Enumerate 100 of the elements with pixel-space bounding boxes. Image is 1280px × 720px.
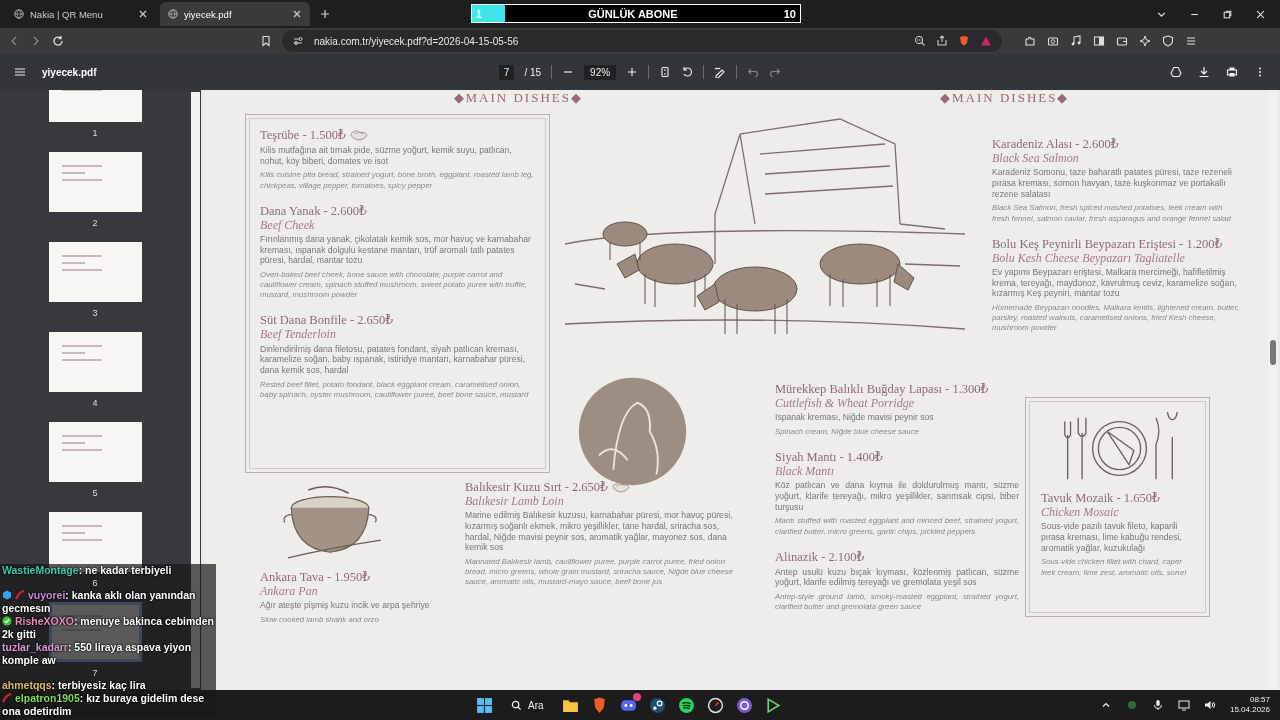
chat-message: RisheXOXO: menuye bakinca cebimden 2k gitti — [2, 615, 215, 641]
steam-icon[interactable] — [648, 696, 666, 714]
address-bar[interactable]: nakia.com.tr/yiyecek.pdf?d=2026-04-15-05-56 — [282, 30, 1002, 52]
page-number: 7 — [92, 668, 98, 678]
new-tab-icon[interactable] — [320, 9, 330, 19]
print-icon[interactable] — [1226, 66, 1238, 78]
wallet-icon[interactable] — [1116, 35, 1128, 47]
page-number: 6 — [92, 578, 98, 588]
dish-description: Ev yapımı Beypazarı eriştesi, Malkara mercimeği, hafifletilmiş krema, tereyağı, maydonoz, kavrulmuş ceviz, karamelize soğan, kızarmış Keş peyniri, mantar tozu — [992, 266, 1238, 300]
speaker-icon[interactable] — [1203, 699, 1216, 711]
dish-subtitle: Ankara Pan — [260, 585, 319, 599]
goal-current: 1 — [476, 7, 483, 20]
scrollbar[interactable] — [1268, 90, 1278, 690]
site-info-icon[interactable] — [292, 35, 304, 47]
restore-icon[interactable] — [1222, 9, 1233, 20]
dish-description: Ispanak kreması, Niğde mavisi peynir sos — [775, 412, 935, 423]
clock-time: 08:57 — [1249, 694, 1270, 705]
menu-icon[interactable] — [1185, 35, 1197, 47]
monitor-icon[interactable] — [1177, 699, 1190, 711]
page-thumbnail[interactable] — [48, 152, 142, 212]
dish-title: Alinazik - 2.100₺ — [775, 548, 865, 565]
close-icon[interactable] — [1255, 9, 1266, 20]
sparkle-icon[interactable] — [1139, 35, 1151, 47]
windows-start-icon[interactable] — [476, 696, 493, 714]
record-icon[interactable] — [735, 696, 753, 714]
play-icon[interactable] — [764, 696, 782, 714]
dish-description: Köz patlıcan ve dana kıyma ile doldurulmuş mantı, süzme yoğurt, klarife tereyağı, mikro yeşillikler, sarımsak cipsi, biber turşusu — [775, 480, 1019, 513]
notification-badge — [632, 692, 641, 701]
dish-description: Fırınlanmış dana yanak, çikolatalı kemik sos, mor havuç ve karnabahar kreması, ıspanak dolgulu kestane mantarı, trüf aromalı tatlı patates püresi, hardal, mantar tozu — [260, 233, 532, 267]
status-dot-icon[interactable] — [1125, 699, 1138, 711]
dish-subtitle: Beef Tenderloin — [260, 328, 337, 342]
camera-icon[interactable] — [1047, 35, 1059, 47]
redo-icon[interactable] — [769, 66, 782, 78]
zoom-in-icon[interactable] — [626, 66, 639, 78]
sidebar-icon[interactable] — [1093, 35, 1105, 47]
undo-icon[interactable] — [747, 66, 760, 78]
browser-tab[interactable]: yiyecek.pdf — [160, 2, 310, 26]
page-number-field[interactable]: 7 — [498, 64, 515, 80]
zoom-level-field[interactable]: 92% — [584, 64, 617, 80]
dish-title: Mürekkep Balıklı Buğday Lapası - 1.300₺ — [775, 381, 989, 397]
rotate-icon[interactable] — [681, 66, 694, 78]
section-heading: ◆MAIN DISHES◆ — [940, 90, 1070, 106]
dish-description: Antep usulü kuzu bıçak kıyması, közlenmiş patlıcan, süzme yoğurt, klarife edilmiş tereyağı ve gremolata yeşil sos — [775, 566, 1019, 589]
dish-title: Dana Yanak - 2.600₺ — [260, 202, 367, 219]
tab-title: Nakia | QR Menu — [30, 8, 104, 20]
page-number: 5 — [92, 488, 98, 498]
globe-icon — [14, 9, 24, 19]
music-app-icon[interactable] — [677, 696, 695, 714]
reload-icon[interactable] — [52, 35, 64, 47]
page-number: 4 — [92, 398, 98, 408]
url-text: nakia.com.tr/yiyecek.pdf?d=2026-04-15-05-56 — [314, 35, 519, 47]
dish-description: Karadeniz Somonu, taze baharatlı patates püresi, taze rezeneli pırasa kreması, somon havyarı, taze kuşkonmaz ve portakallı rezene salatası — [992, 167, 1233, 200]
taskbar-search[interactable]: Ara — [505, 694, 550, 716]
dish-description: Ağır ateşte pişmiş kuzu incik ve arpa şehriye — [260, 600, 431, 611]
browser-tab[interactable]: Nakia | QR Menu — [6, 2, 156, 26]
clock[interactable]: 08:57 15.04.2026 — [1229, 694, 1270, 716]
dish-description: Marine edilmiş Balıkesir kuzusu, karnabahar püresi, mor havuç püresi, kızarmış soğanlı ekmek, mikro yeşillikler, tane hardal, sriracha sos, hardal, Niğde mavisi peynir sos, aromatik yağlar, mayonez sos, dana kemik sos — [465, 510, 734, 554]
page-thumbnail[interactable] — [48, 422, 142, 482]
dish-subtitle: Chicken Mosaic — [1041, 506, 1120, 520]
pdf-filename: yiyecek.pdf — [42, 66, 97, 78]
search-icon — [511, 699, 522, 711]
menu-icon[interactable] — [14, 66, 26, 78]
goal-target: 10 — [783, 7, 796, 20]
page-thumbnail[interactable] — [48, 242, 142, 302]
dish-title: Balıkesir Kuzu Sırt - 2.650₺ — [465, 479, 608, 495]
close-icon[interactable] — [292, 9, 302, 19]
chat-message: ahmetqqs: terbiyesiz kaç lira — [2, 679, 146, 692]
dish-subtitle: Balıkesir Lamb Loin — [465, 495, 565, 509]
page-thumbnail[interactable] — [48, 332, 142, 392]
page-number: 2 — [92, 218, 98, 228]
gauge-icon[interactable] — [706, 696, 724, 714]
close-icon[interactable] — [138, 9, 148, 19]
dish-title: Tavuk Mozaik - 1.650₺ — [1041, 490, 1160, 506]
dish-title: Süt Dana Bonfile - 2.650₺ — [260, 312, 394, 329]
chat-message: tuzlar_kadarr: 550 liraya aspava yiyon komple aw — [2, 641, 193, 667]
annotate-icon[interactable] — [714, 66, 727, 78]
dish-description: Kilis mutfağına ait tırnak pide, süzme yoğurt, kemik suyu, patlıcan, nohut, köy biberi, domates ve isot — [260, 145, 513, 167]
download-icon[interactable] — [1198, 66, 1210, 78]
page-total: / 15 — [524, 66, 542, 78]
dish-title: Karadeniz Alası - 2.600₺ — [992, 136, 1119, 152]
page-number: 1 — [92, 128, 98, 138]
zoom-icon[interactable] — [914, 35, 926, 47]
clock-date: 15.04.2026 — [1229, 705, 1270, 716]
search-placeholder: Ara — [528, 699, 544, 711]
fit-page-icon[interactable] — [659, 66, 672, 78]
bookmark-icon[interactable] — [260, 35, 272, 47]
microphone-icon[interactable] — [1151, 699, 1164, 711]
triangle-icon[interactable] — [980, 35, 992, 47]
share-icon[interactable] — [936, 35, 948, 47]
dish-description: Sous-vide pazılı tavuk fileto, kaparili pırasa kreması, lime kabuğu rendesi, aromatik yağlar, kuzukulağı — [1041, 521, 1183, 554]
dish-title: Bolu Keş Peynirli Beypazarı Eriştesi - 1.200₺ — [992, 235, 1223, 252]
dish-subtitle: Bolu Kesh Cheese Beypazarı Tagliatelle — [992, 251, 1186, 265]
dish-subtitle: Beef Cheek — [260, 218, 316, 232]
shield-icon[interactable] — [1162, 35, 1174, 47]
dish-title: Teşrübe - 1.500₺ — [260, 127, 346, 143]
tab-title: yiyecek.pdf — [184, 8, 233, 20]
music-note-icon[interactable] — [1070, 35, 1082, 47]
goal-title: GÜNLÜK ABONE — [588, 7, 678, 20]
section-heading: ◆MAIN DISHES◆ — [453, 90, 583, 106]
chat-message: vuyorei: kanka aklı olan yanından gecmesın — [2, 589, 197, 615]
